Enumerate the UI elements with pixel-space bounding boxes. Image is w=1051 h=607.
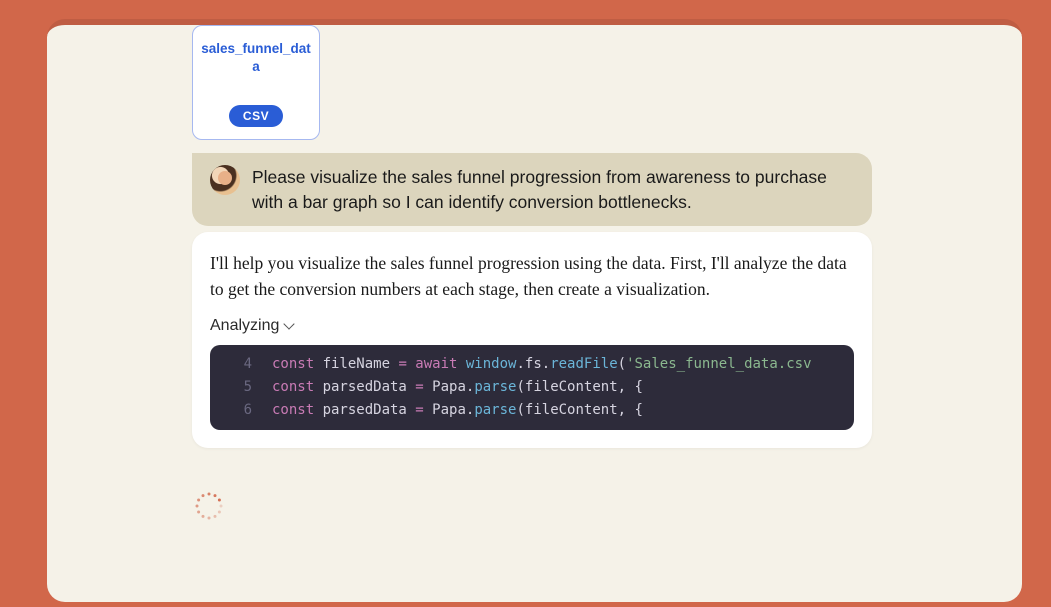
- chevron-down-icon: [284, 318, 295, 329]
- code-line: 6 const parsedData = Papa.parse(fileConte…: [210, 399, 854, 422]
- line-number: 6: [224, 399, 252, 422]
- user-message-row: Please visualize the sales funnel progre…: [192, 153, 872, 226]
- loading-spinner-icon: [195, 492, 223, 520]
- analyzing-label: Analyzing: [210, 317, 279, 335]
- code-line: 5 const parsedData = Papa.parse(fileConte…: [210, 376, 854, 399]
- code-content: const fileName = await window.fs.readFil…: [272, 353, 812, 376]
- code-block: 4 const fileName = await window.fs.readFi…: [210, 345, 854, 430]
- code-line: 4 const fileName = await window.fs.readFi…: [210, 353, 854, 376]
- assistant-message-card: I'll help you visualize the sales funnel…: [192, 232, 872, 448]
- line-number: 5: [224, 376, 252, 399]
- line-number: 4: [224, 353, 252, 376]
- assistant-message-text: I'll help you visualize the sales funnel…: [210, 250, 854, 303]
- code-content: const parsedData = Papa.parse(fileConten…: [272, 399, 643, 422]
- user-message-text: Please visualize the sales funnel progre…: [252, 165, 854, 214]
- attachment-badge: CSV: [229, 105, 283, 127]
- user-avatar: [210, 165, 240, 195]
- main-panel: sales_funnel_data CSV Please visualize t…: [47, 19, 1022, 602]
- analyzing-toggle[interactable]: Analyzing: [210, 317, 854, 335]
- attachment-title: sales_funnel_data: [201, 40, 311, 75]
- attachment-card[interactable]: sales_funnel_data CSV: [192, 25, 320, 140]
- code-content: const parsedData = Papa.parse(fileConten…: [272, 376, 643, 399]
